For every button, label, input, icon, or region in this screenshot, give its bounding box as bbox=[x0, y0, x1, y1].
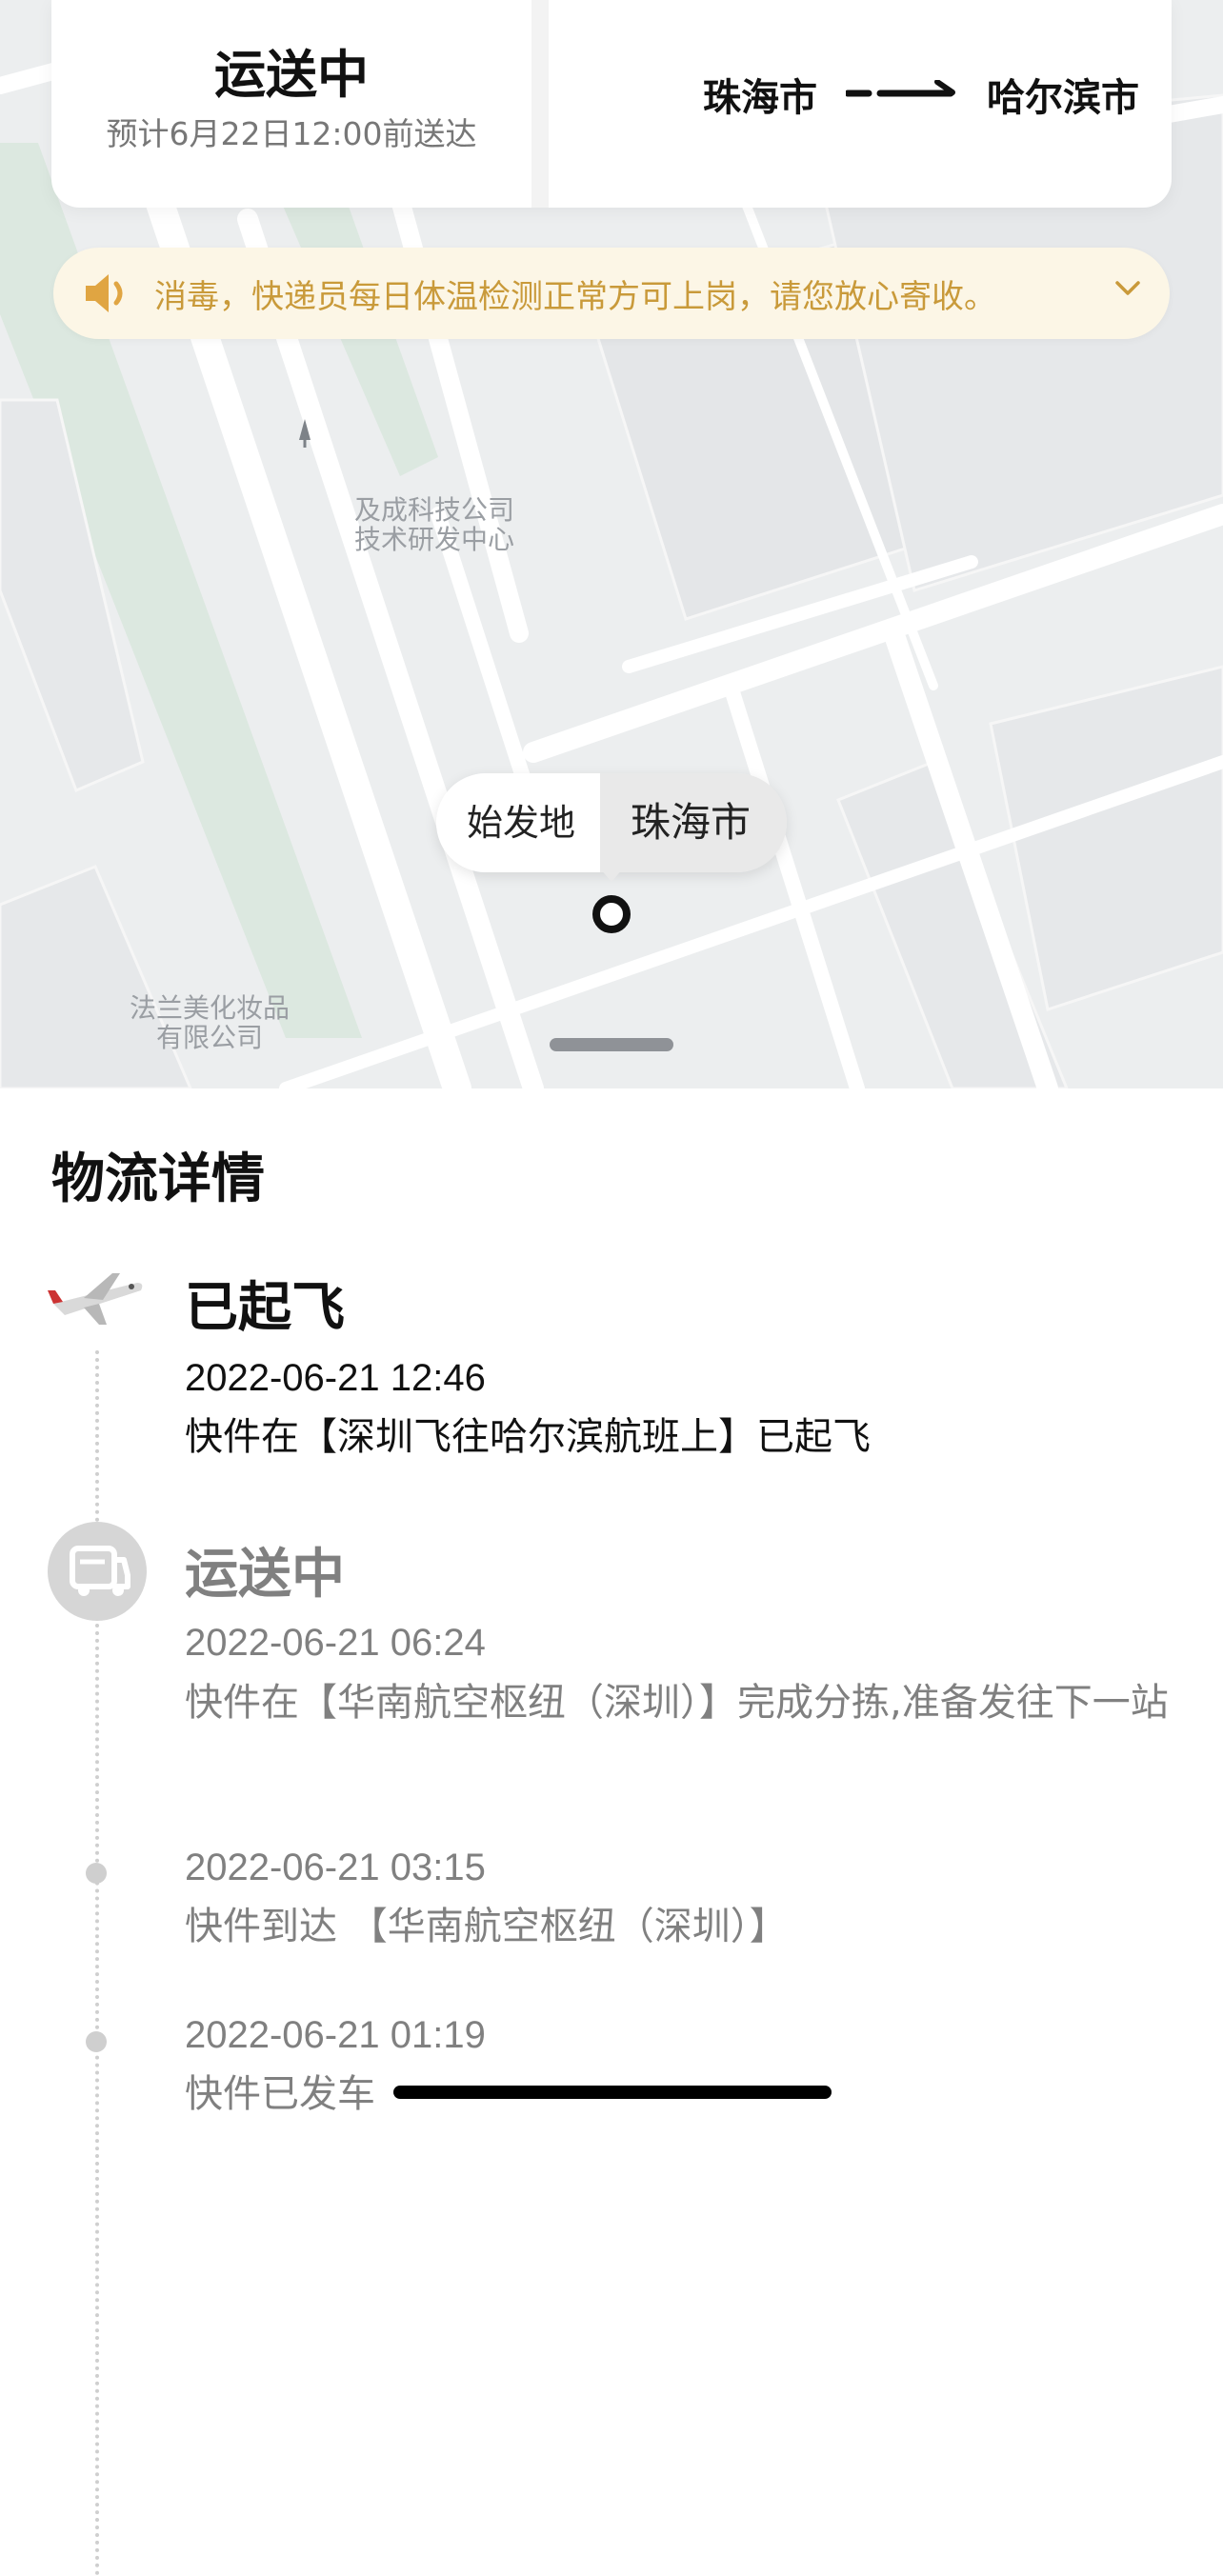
sheet-drag-handle[interactable] bbox=[550, 1038, 673, 1051]
origin-city: 珠海市 bbox=[703, 76, 817, 120]
route-arrow-icon bbox=[846, 80, 955, 97]
timeline-dot bbox=[86, 2031, 107, 2052]
poi-line: 技术研发中心 bbox=[354, 524, 515, 555]
event-description: 快件到达 【华南航空枢纽（深圳）】 bbox=[185, 1905, 788, 1948]
logistics-details: 物流详情 已起飞 2022-06-21 12:46 快件在【深圳飞往哈尔滨航班上… bbox=[0, 1088, 1223, 2576]
event-title: 运送中 bbox=[185, 1544, 345, 1606]
event-time: 2022-06-21 01:19 bbox=[185, 2014, 486, 2056]
poi-label: 法兰美化妆品 有限公司 bbox=[130, 993, 290, 1052]
poi-line: 及成科技公司 bbox=[354, 494, 515, 526]
timeline-line bbox=[95, 1350, 99, 1522]
speaker-icon bbox=[86, 274, 123, 312]
origin-marker[interactable] bbox=[592, 895, 631, 933]
origin-pin-city: 珠海市 bbox=[600, 773, 788, 872]
event-title: 已起飞 bbox=[185, 1277, 345, 1339]
poi-line: 法兰美化妆品 bbox=[130, 992, 291, 1024]
event-description: 快件在【华南航空枢纽（深圳）】完成分拣,准备发往下一站 bbox=[185, 1681, 1169, 1725]
poi-label: 及成科技公司 技术研发中心 bbox=[354, 495, 514, 554]
status-block: 运送中 预计6月22日12:00前送达 bbox=[51, 0, 531, 208]
notice-bar[interactable]: 消毒，快递员每日体温检测正常方可上岗，请您放心寄收。 bbox=[53, 248, 1170, 339]
header-divider bbox=[531, 0, 549, 208]
plane-icon bbox=[48, 1273, 143, 1325]
event-time: 2022-06-21 03:15 bbox=[185, 1847, 486, 1888]
event-time: 2022-06-21 12:46 bbox=[185, 1357, 486, 1399]
origin-pin-label[interactable]: 始发地 珠海市 bbox=[436, 773, 788, 872]
origin-pin-tag: 始发地 bbox=[436, 773, 601, 872]
event-description: 快件在【深圳飞往哈尔滨航班上】已起飞 bbox=[185, 1415, 871, 1459]
chevron-down-icon[interactable] bbox=[1114, 280, 1141, 297]
delivery-estimate: 预计6月22日12:00前送达 bbox=[106, 115, 477, 152]
poi-line: 有限公司 bbox=[156, 1022, 264, 1053]
home-indicator[interactable] bbox=[393, 2086, 832, 2099]
section-title: 物流详情 bbox=[51, 1148, 265, 1210]
destination-city: 哈尔滨市 bbox=[987, 76, 1139, 120]
origin-pin-tail bbox=[600, 869, 623, 882]
timeline-line bbox=[95, 1624, 99, 2576]
shipment-status: 运送中 bbox=[214, 45, 369, 105]
timeline-dot bbox=[86, 1863, 107, 1884]
notice-text: 消毒，快递员每日体温检测正常方可上岗，请您放心寄收。 bbox=[154, 278, 996, 316]
shipment-header-card: 运送中 预计6月22日12:00前送达 珠海市 哈尔滨市 bbox=[51, 0, 1172, 208]
truck-icon bbox=[48, 1522, 147, 1621]
route-block: 珠海市 哈尔滨市 bbox=[549, 0, 1172, 208]
event-time: 2022-06-21 06:24 bbox=[185, 1622, 486, 1664]
truck-icon-glyph bbox=[70, 1546, 130, 1596]
